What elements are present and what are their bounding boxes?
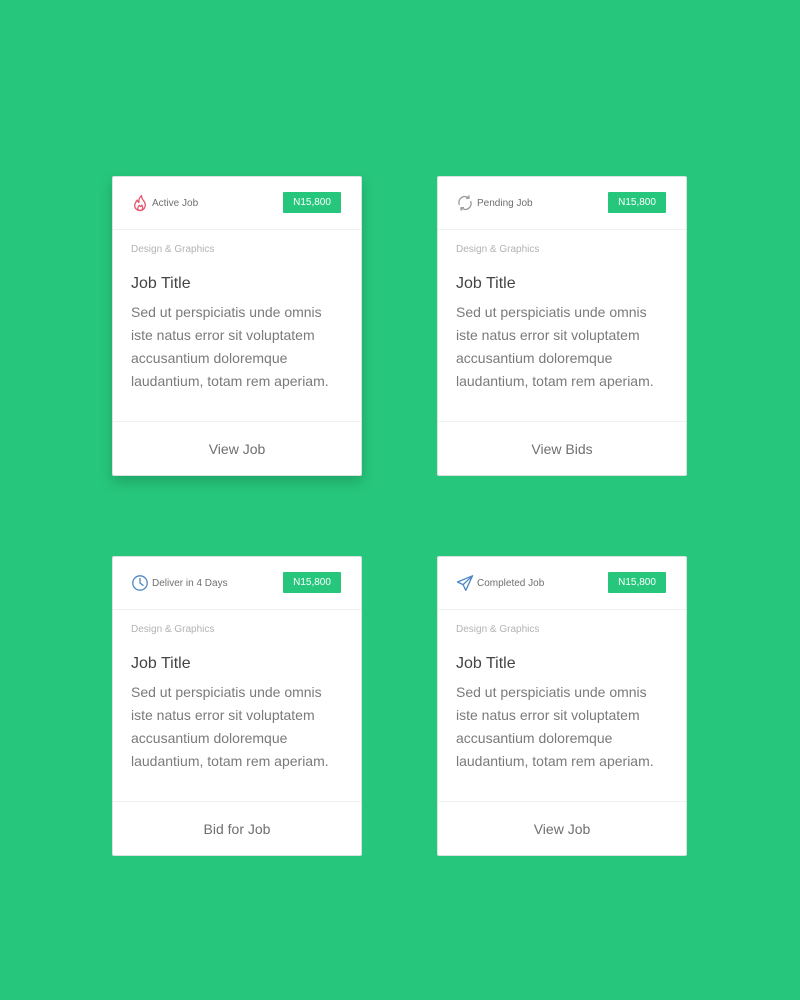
card-header: Pending Job N15,800	[438, 177, 686, 230]
view-job-button[interactable]: View Job	[113, 422, 361, 475]
view-bids-button[interactable]: View Bids	[438, 422, 686, 475]
job-card-delivery: Deliver in 4 Days N15,800 Design & Graph…	[112, 556, 362, 856]
job-card-completed: Completed Job N15,800 Design & Graphics …	[437, 556, 687, 856]
job-description: Sed ut perspiciatis unde omnis iste natu…	[131, 304, 329, 389]
view-job-button[interactable]: View Job	[438, 802, 686, 855]
category-label: Design & Graphics	[131, 244, 215, 255]
category-label: Design & Graphics	[456, 624, 540, 635]
card-footer: View Job	[438, 801, 686, 855]
status-label: Active Job	[152, 198, 199, 209]
status-label: Deliver in 4 Days	[152, 578, 228, 589]
job-card-active: Active Job N15,800 Design & Graphics Job…	[112, 176, 362, 476]
fire-icon	[131, 194, 149, 212]
job-title: Job Title	[456, 275, 516, 292]
job-title: Job Title	[131, 275, 191, 292]
status-label: Pending Job	[477, 198, 533, 209]
job-title: Job Title	[131, 655, 191, 672]
category-label: Design & Graphics	[456, 244, 540, 255]
card-footer: View Job	[113, 421, 361, 475]
job-card-pending: Pending Job N15,800 Design & Graphics Jo…	[437, 176, 687, 476]
clock-icon	[131, 574, 149, 592]
status-label: Completed Job	[477, 578, 545, 589]
paper-plane-icon	[456, 574, 474, 592]
card-footer: Bid for Job	[113, 801, 361, 855]
price-badge: N15,800	[608, 192, 666, 213]
price-badge: N15,800	[283, 572, 341, 593]
job-description: Sed ut perspiciatis unde omnis iste natu…	[456, 304, 654, 389]
card-header: Completed Job N15,800	[438, 557, 686, 610]
price-badge: N15,800	[283, 192, 341, 213]
category-label: Design & Graphics	[131, 624, 215, 635]
job-description: Sed ut perspiciatis unde omnis iste natu…	[456, 684, 654, 769]
card-header: Deliver in 4 Days N15,800	[113, 557, 361, 610]
card-header: Active Job N15,800	[113, 177, 361, 230]
price-badge: N15,800	[608, 572, 666, 593]
job-description: Sed ut perspiciatis unde omnis iste natu…	[131, 684, 329, 769]
bid-for-job-button[interactable]: Bid for Job	[113, 802, 361, 855]
card-footer: View Bids	[438, 421, 686, 475]
job-title: Job Title	[456, 655, 516, 672]
refresh-icon	[456, 194, 474, 212]
